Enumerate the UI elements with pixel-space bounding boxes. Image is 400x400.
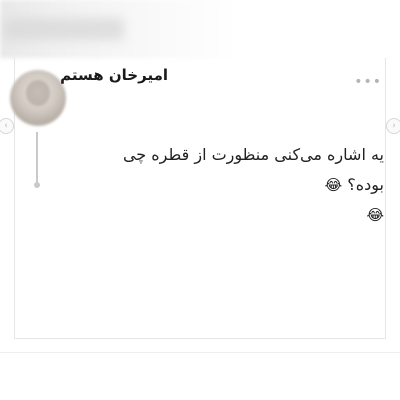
blurred-header [0,0,400,58]
avatar[interactable] [10,70,66,126]
divider [0,352,400,353]
post-body: یه اشاره می‌کنی منظورت از قطره چی بوده؟ … [84,140,384,230]
laughing-emoji-icon-trailing: 😂 [366,206,384,224]
more-horizontal-icon[interactable]: ••• [354,74,382,90]
thread-dot [34,182,40,188]
laughing-emoji-icon: 😂 [324,176,343,194]
chevron-right-icon[interactable]: › [386,118,400,134]
thread-line [36,132,38,184]
post-text: یه اشاره می‌کنی منظورت از قطره چی بوده؟ [122,145,384,194]
blurred-header-content [4,18,124,40]
username[interactable]: امیرخان هستم [60,66,168,84]
screenshot-page: ‹ › امیرخان هستم ••• یه اشاره می‌کنی منظ… [0,0,400,400]
chevron-left-icon[interactable]: ‹ [0,118,14,134]
